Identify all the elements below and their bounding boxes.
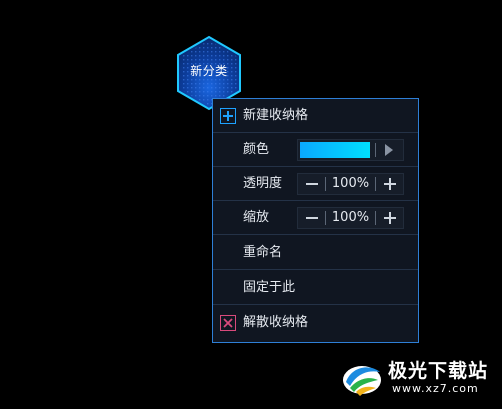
divider — [375, 211, 376, 225]
watermark-url: www.xz7.com — [392, 382, 479, 395]
desktop-canvas: 新分类 新建收纳格 颜色 透明度 100% 缩放 100% 重命名 固定于此 解… — [0, 0, 502, 409]
aurora-logo-icon — [343, 366, 381, 396]
minus-icon — [306, 217, 318, 219]
context-menu: 新建收纳格 颜色 透明度 100% 缩放 100% 重命名 固定于此 解散收纳格 — [212, 98, 419, 343]
divider — [375, 143, 376, 157]
menu-item-pin-here[interactable]: 固定于此 — [213, 271, 418, 305]
close-icon — [220, 315, 236, 331]
zoom-increase-button[interactable] — [378, 208, 402, 228]
menu-item-label: 固定于此 — [243, 280, 296, 295]
opacity-decrease-button[interactable] — [300, 174, 324, 194]
color-picker[interactable] — [297, 139, 404, 161]
menu-item-zoom: 缩放 100% — [213, 201, 418, 235]
divider — [375, 177, 376, 191]
minus-icon — [306, 183, 318, 185]
menu-item-label: 重命名 — [243, 245, 283, 260]
menu-item-new-box[interactable]: 新建收纳格 — [213, 99, 418, 133]
opacity-increase-button[interactable] — [378, 174, 402, 194]
plus-icon — [384, 212, 396, 224]
menu-item-opacity: 透明度 100% — [213, 167, 418, 201]
menu-item-rename[interactable]: 重命名 — [213, 236, 418, 270]
color-swatch[interactable] — [300, 142, 370, 158]
menu-item-label: 新建收纳格 — [243, 108, 309, 123]
watermark-name: 极光下载站 — [388, 360, 489, 382]
menu-item-label: 解散收纳格 — [243, 315, 309, 330]
plus-icon — [220, 108, 236, 124]
opacity-label: 透明度 — [243, 176, 283, 191]
zoom-decrease-button[interactable] — [300, 208, 324, 228]
watermark: 极光下载站 www.xz7.com — [340, 350, 500, 406]
menu-item-color: 颜色 — [213, 133, 418, 167]
opacity-value: 100% — [331, 176, 370, 191]
zoom-stepper[interactable]: 100% — [297, 207, 404, 229]
zoom-value: 100% — [331, 210, 370, 225]
color-label: 颜色 — [243, 142, 270, 157]
opacity-stepper[interactable]: 100% — [297, 173, 404, 195]
play-arrow-icon[interactable] — [384, 144, 394, 160]
menu-item-dissolve[interactable]: 解散收纳格 — [213, 306, 418, 340]
zoom-label: 缩放 — [243, 210, 270, 225]
plus-icon — [384, 178, 396, 190]
